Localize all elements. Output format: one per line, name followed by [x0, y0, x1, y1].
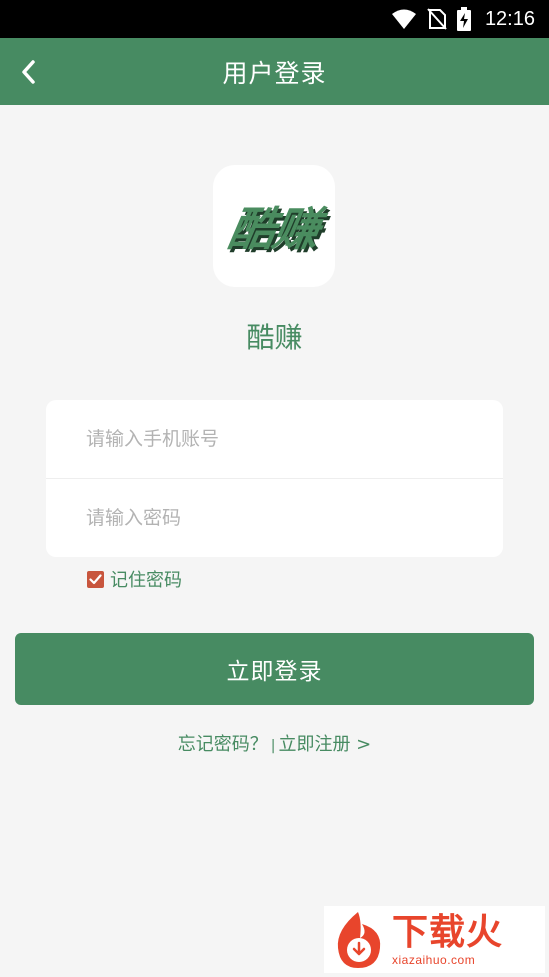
app-name: 酷赚 [246, 321, 303, 354]
logo-text: 酷赚 [224, 202, 323, 256]
page-title: 用户登录 [222, 58, 327, 88]
login-button[interactable]: 立即登录 [15, 633, 534, 705]
phone-row [46, 400, 503, 478]
status-time: 12:16 [484, 7, 535, 30]
status-bar: 12:16 [0, 0, 549, 38]
battery-charging-icon [456, 7, 471, 31]
app-bar: 用户登录 [0, 38, 549, 105]
phone-input[interactable] [86, 428, 503, 450]
chevron-left-icon [22, 59, 35, 84]
password-input[interactable] [86, 506, 503, 529]
back-button[interactable] [12, 56, 44, 88]
link-separator: | [270, 738, 276, 754]
password-row [46, 478, 503, 556]
remember-password[interactable]: 记住密码 [87, 568, 182, 591]
no-sim-icon [427, 8, 447, 30]
wifi-icon [391, 8, 417, 30]
flame-logo-icon [328, 910, 388, 970]
watermark-sub: xiazaihuo.com [392, 952, 476, 967]
app-logo: 酷赚 [213, 165, 335, 287]
watermark-main: 下载火 [392, 911, 504, 953]
forgot-password-link[interactable]: 忘记密码？ [178, 730, 268, 756]
watermark: 下载火 xiazaihuo.com [324, 906, 545, 973]
check-icon [89, 573, 102, 584]
remember-label: 记住密码 [110, 570, 182, 591]
register-link[interactable]: 立即注册 > [278, 730, 371, 756]
remember-checkbox[interactable] [87, 570, 104, 588]
login-form [46, 400, 503, 557]
bottom-links: 忘记密码？ | 立即注册 > [0, 730, 549, 756]
watermark-text: 下载火 xiazaihuo.com [392, 911, 504, 967]
